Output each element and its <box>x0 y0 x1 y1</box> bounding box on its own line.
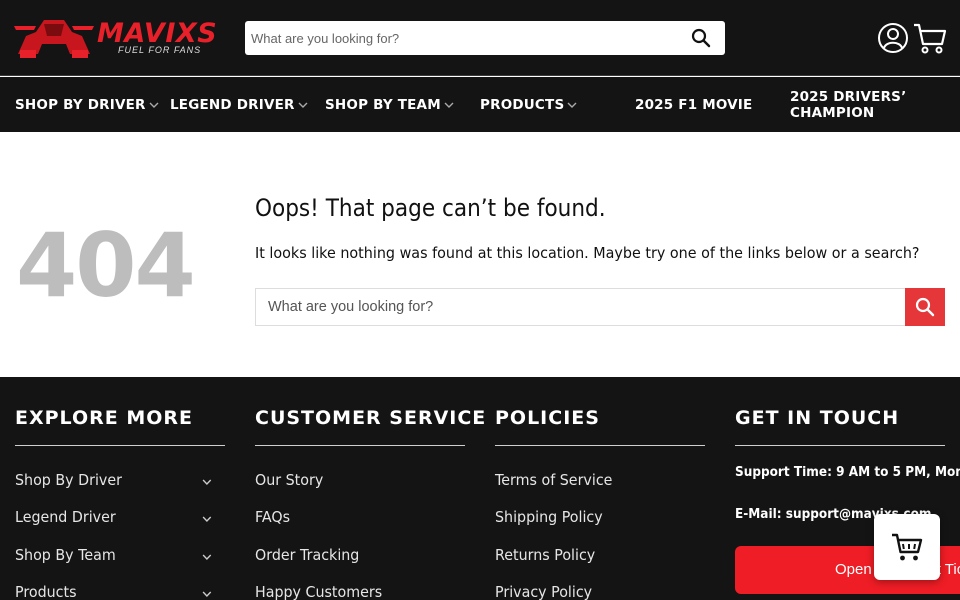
footer-link-label: Legend Driver <box>15 508 116 526</box>
support-time: Support Time: 9 AM to 5 PM, Mon-Fri <box>735 465 960 480</box>
nav-legend-driver[interactable]: LEGEND DRIVER <box>170 77 308 132</box>
chevron-down-icon <box>298 102 308 108</box>
search-icon <box>691 28 711 48</box>
page-search-input[interactable] <box>256 289 906 325</box>
footer-link-privacy[interactable]: Privacy Policy <box>495 583 592 600</box>
main-nav: SHOP BY DRIVER LEGEND DRIVER SHOP BY TEA… <box>0 77 960 132</box>
nav-label: LEGEND DRIVER <box>170 96 295 113</box>
nav-f1-movie[interactable]: 2025 F1 MOVIE <box>635 77 752 132</box>
footer-link-happy-customers[interactable]: Happy Customers <box>255 583 382 600</box>
chevron-down-icon[interactable] <box>201 476 212 488</box>
footer-heading: POLICIES <box>495 407 600 429</box>
header-search-button[interactable] <box>691 28 711 48</box>
footer-link-returns[interactable]: Returns Policy <box>495 546 595 564</box>
account-button[interactable] <box>877 22 909 54</box>
footer-link-shop-by-team[interactable]: Shop By Team <box>15 546 212 564</box>
search-icon <box>915 297 935 317</box>
nav-products[interactable]: PRODUCTS <box>480 77 577 132</box>
chevron-down-icon <box>567 102 577 108</box>
footer-link-legend-driver[interactable]: Legend Driver <box>15 508 212 526</box>
footer-heading: CUSTOMER SERVICE <box>255 407 487 429</box>
header-search <box>245 21 725 55</box>
footer-heading: EXPLORE MORE <box>15 407 194 429</box>
error-code: 404 <box>16 214 196 317</box>
nav-drivers-champion[interactable]: 2025 DRIVERS’ CHAMPION <box>790 77 930 132</box>
footer-link-our-story[interactable]: Our Story <box>255 471 323 489</box>
footer-divider <box>495 445 705 446</box>
race-car-logo-icon <box>14 20 94 58</box>
header-search-input[interactable] <box>245 21 685 55</box>
header-bar: MAVIXS FUEL FOR FANS <box>0 0 960 76</box>
chevron-down-icon[interactable] <box>201 513 212 525</box>
user-icon <box>878 23 908 53</box>
chevron-down-icon <box>149 102 159 108</box>
site-logo[interactable]: MAVIXS FUEL FOR FANS <box>14 14 219 60</box>
footer-link-products[interactable]: Products <box>15 583 212 600</box>
footer-link-shipping[interactable]: Shipping Policy <box>495 508 603 526</box>
footer-divider <box>255 445 465 446</box>
nav-label: PRODUCTS <box>480 96 565 113</box>
chevron-down-icon[interactable] <box>201 588 212 600</box>
page-title: Oops! That page can’t be found. <box>255 194 606 222</box>
chevron-down-icon[interactable] <box>201 551 212 563</box>
nav-shop-by-driver[interactable]: SHOP BY DRIVER <box>15 77 159 132</box>
cart-icon <box>892 533 923 561</box>
footer-link-terms[interactable]: Terms of Service <box>495 471 612 489</box>
footer-link-label: Shop By Driver <box>15 471 122 489</box>
nav-shop-by-team[interactable]: SHOP BY TEAM <box>325 77 454 132</box>
footer-link-shop-by-driver[interactable]: Shop By Driver <box>15 471 212 489</box>
nav-label: SHOP BY DRIVER <box>15 96 146 113</box>
footer-divider <box>735 445 945 446</box>
footer-link-label: Products <box>15 583 77 600</box>
floating-cart-button[interactable] <box>874 514 940 580</box>
page-search <box>255 288 945 326</box>
footer-divider <box>15 445 225 446</box>
nav-label: 2025 DRIVERS’ CHAMPION <box>790 88 907 121</box>
footer-link-faqs[interactable]: FAQs <box>255 508 290 526</box>
page-search-button[interactable] <box>905 288 945 326</box>
footer-link-label: Shop By Team <box>15 546 116 564</box>
nav-label: 2025 F1 MOVIE <box>635 96 753 113</box>
footer-link-order-tracking[interactable]: Order Tracking <box>255 546 359 564</box>
error-message: It looks like nothing was found at this … <box>255 244 920 262</box>
cart-icon <box>914 23 947 54</box>
footer-heading: GET IN TOUCH <box>735 407 900 429</box>
brand-tagline: FUEL FOR FANS <box>118 45 202 55</box>
chevron-down-icon <box>444 102 454 108</box>
header-cart-button[interactable] <box>912 20 948 56</box>
nav-label: SHOP BY TEAM <box>325 96 441 113</box>
